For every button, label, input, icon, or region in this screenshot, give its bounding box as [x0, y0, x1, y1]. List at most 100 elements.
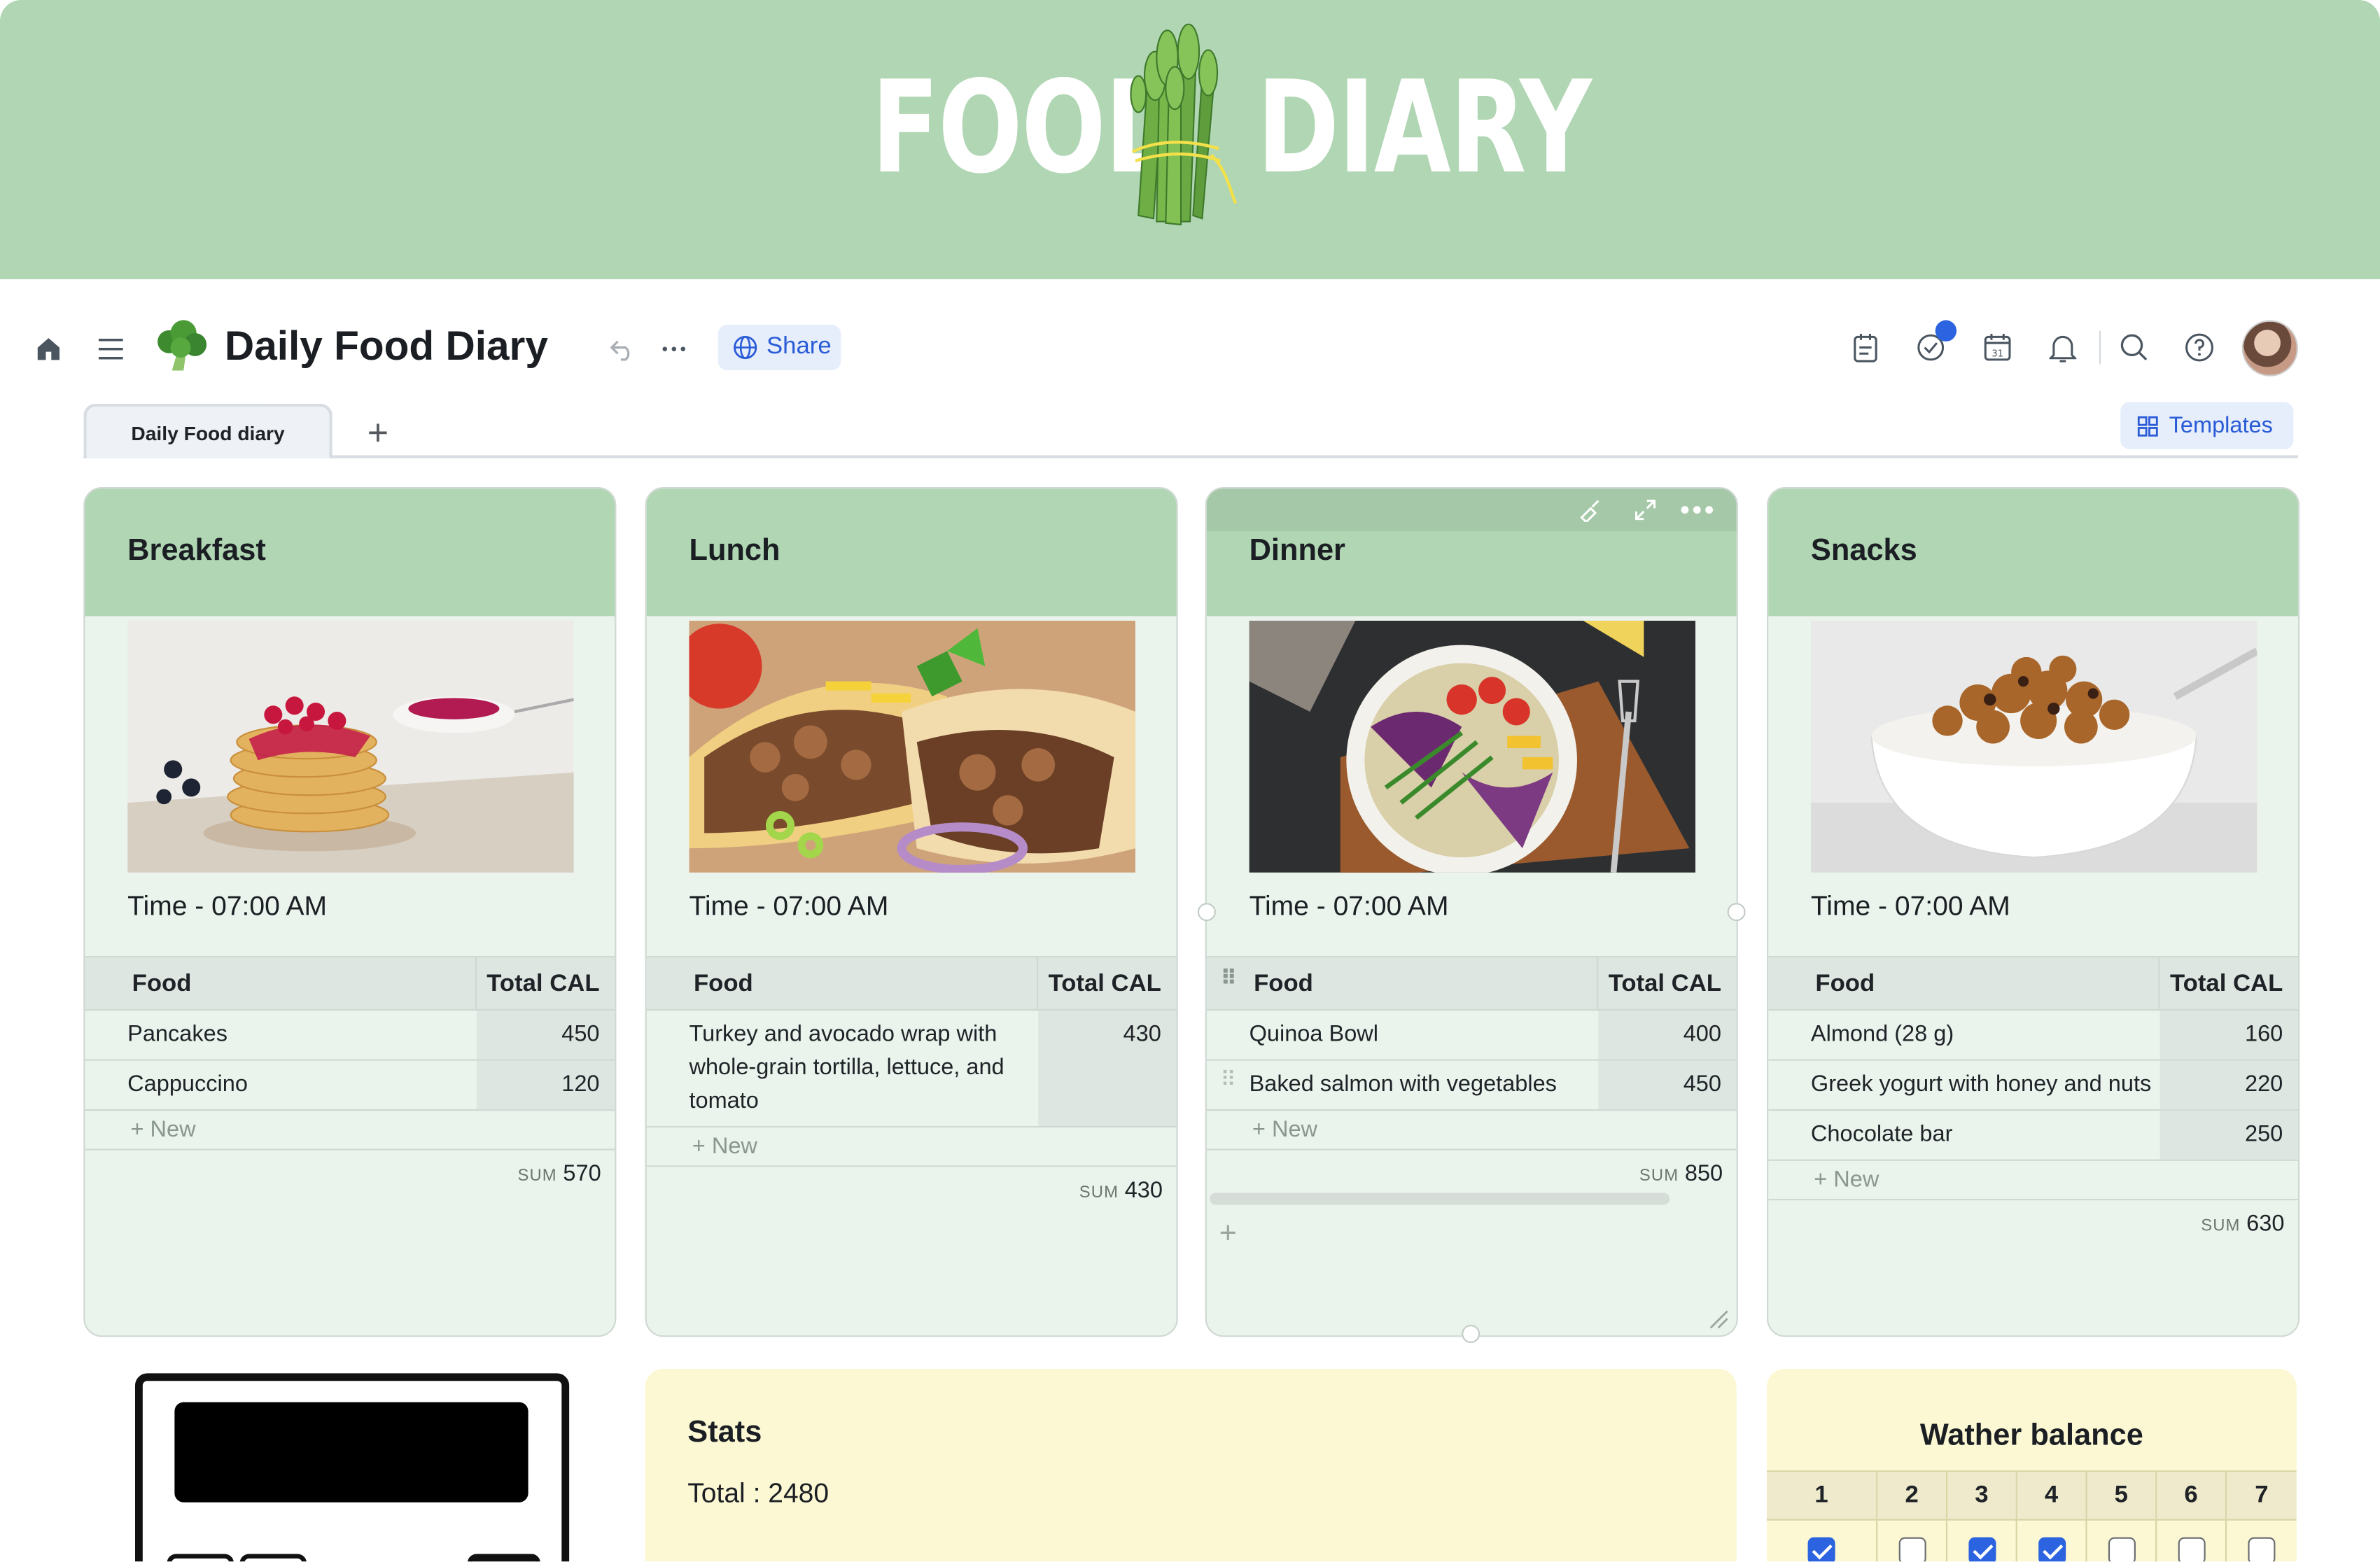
brush-icon[interactable]	[1574, 495, 1604, 525]
col-food-header: Food	[1254, 971, 1313, 997]
resize-corner-icon[interactable]	[1707, 1308, 1728, 1329]
calendar-icon[interactable]: 31	[1980, 330, 2016, 366]
cal-cell[interactable]: 120	[476, 1060, 615, 1110]
calculator-key	[167, 1554, 234, 1562]
new-row-button[interactable]: + New	[1768, 1161, 2298, 1201]
cal-cell[interactable]: 450	[476, 1011, 615, 1060]
day-number: 6	[2157, 1472, 2225, 1521]
templates-label: Templates	[2169, 412, 2273, 439]
water-day-column: 7	[2227, 1472, 2297, 1562]
add-tab-plus-icon[interactable]: +	[368, 413, 388, 456]
new-row-label: New	[1833, 1167, 1879, 1193]
undo-icon[interactable]	[604, 331, 640, 367]
search-icon[interactable]	[2116, 330, 2152, 366]
day-checkbox[interactable]	[1898, 1537, 1926, 1562]
new-row-button[interactable]: + New	[646, 1127, 1177, 1167]
resize-handle-bottom[interactable]	[1462, 1325, 1480, 1344]
pancakes-photo	[127, 620, 574, 873]
share-label: Share	[766, 334, 832, 360]
more-icon[interactable]	[1677, 495, 1716, 525]
help-icon[interactable]	[2181, 330, 2218, 366]
cal-cell[interactable]: 430	[1038, 1011, 1177, 1126]
tab-daily-food-diary[interactable]: Daily Food diary	[83, 403, 332, 458]
water-balance-note[interactable]: Wather balance 1 2 3 4 5 6 7	[1767, 1368, 2297, 1562]
sum-value: 630	[2246, 1211, 2285, 1237]
cal-cell[interactable]: 450	[1598, 1060, 1737, 1110]
meal-card-dinner[interactable]: Dinner Time - 07:00 AM ⠿ Food Total CAL	[1205, 487, 1738, 1337]
cal-cell[interactable]: 220	[2160, 1060, 2298, 1110]
water-day-column: 2	[1877, 1472, 1948, 1562]
table-row[interactable]: Pancakes 450	[85, 1011, 615, 1061]
svg-text:31: 31	[1991, 349, 2003, 360]
table-row[interactable]: Greek yogurt with honey and nuts 220	[1768, 1060, 2298, 1111]
col-food-header: Food	[693, 971, 753, 997]
new-row-button[interactable]: + New	[1206, 1111, 1737, 1151]
day-checkbox[interactable]	[2177, 1537, 2205, 1562]
day-checkbox[interactable]	[2107, 1537, 2135, 1562]
table-row[interactable]: Chocolate bar 250	[1768, 1111, 2298, 1161]
cal-cell[interactable]: 250	[2160, 1111, 2298, 1160]
checklist-icon[interactable]	[1847, 330, 1884, 366]
table-row[interactable]: Cappuccino 120	[85, 1060, 615, 1111]
table-row[interactable]: ⠿ Baked salmon with vegetables 450	[1206, 1060, 1737, 1111]
calculator-illustration	[134, 1373, 570, 1562]
meal-card-snacks[interactable]: Snacks Time - 07:00 AM Food Total CAL Al…	[1767, 487, 2300, 1337]
expand-icon[interactable]	[1630, 495, 1660, 525]
drag-handle-icon[interactable]: ⠿	[1220, 1069, 1236, 1090]
share-button[interactable]: Share	[718, 325, 841, 371]
table-row[interactable]: Turkey and avocado wrap with whole-grain…	[646, 1011, 1177, 1128]
meal-time: Time - 07:00 AM	[1249, 890, 1449, 922]
food-table: Food Total CAL Pancakes 450 Cappuccino 1…	[85, 956, 615, 1199]
sum-label: SUM	[1079, 1183, 1119, 1202]
sum-label: SUM	[517, 1167, 557, 1185]
stats-title: Stats	[687, 1416, 762, 1449]
water-balance-title: Wather balance	[1919, 1419, 2143, 1453]
col-food-header: Food	[1815, 971, 1875, 997]
water-balance-grid: 1 2 3 4 5 6 7	[1767, 1470, 2297, 1562]
col-cal-header: Total CAL	[2170, 971, 2283, 997]
day-checkbox[interactable]	[2038, 1537, 2066, 1562]
meal-time: Time - 07:00 AM	[1810, 890, 2010, 922]
sum-label: SUM	[2201, 1217, 2241, 1236]
cover-banner: FOOD DIARY	[0, 0, 2380, 279]
sum-value: 570	[563, 1160, 601, 1187]
drag-handle-icon[interactable]: ⠿	[1220, 966, 1237, 987]
day-checkbox[interactable]	[2248, 1537, 2276, 1562]
day-checkbox[interactable]	[1807, 1537, 1835, 1562]
food-table: Food Total CAL Turkey and avocado wrap w…	[646, 956, 1177, 1216]
meal-card-lunch[interactable]: Lunch Time - 07:00 AM Food Total CAL Tur…	[645, 487, 1178, 1337]
bell-icon[interactable]	[2045, 330, 2081, 366]
cal-cell[interactable]: 400	[1598, 1011, 1737, 1060]
user-avatar[interactable]	[2241, 320, 2298, 377]
water-day-column: 1	[1767, 1472, 1878, 1562]
wrap-photo	[689, 620, 1135, 873]
cal-cell[interactable]: 160	[2160, 1011, 2298, 1060]
col-cal-header: Total CAL	[1608, 971, 1721, 997]
home-icon[interactable]	[30, 331, 66, 367]
sum-label: SUM	[1639, 1167, 1679, 1185]
table-header: ⠿ Food Total CAL	[1206, 956, 1737, 1011]
calculator-key	[467, 1554, 540, 1562]
toolbar-divider	[2099, 330, 2101, 365]
resize-handle-left[interactable]	[1197, 903, 1216, 922]
page-title: Daily Food Diary	[224, 323, 548, 369]
sum-row: SUM 850	[1207, 1151, 1737, 1199]
food-table: ⠿ Food Total CAL Quinoa Bowl 400 ⠿ Baked…	[1206, 956, 1737, 1199]
table-row[interactable]: Quinoa Bowl 400	[1206, 1011, 1737, 1061]
stats-note[interactable]: Stats Total : 2480	[645, 1368, 1737, 1562]
more-icon[interactable]	[656, 331, 692, 367]
day-number: 3	[1947, 1472, 2016, 1521]
new-row-label: New	[711, 1133, 757, 1160]
water-day-column: 6	[2157, 1472, 2227, 1562]
day-checkbox[interactable]	[1968, 1537, 1996, 1562]
horizontal-scrollbar[interactable]	[1210, 1192, 1670, 1205]
add-block-plus-icon[interactable]: +	[1213, 1216, 1243, 1251]
resize-handle-right[interactable]	[1727, 903, 1746, 922]
meal-card-breakfast[interactable]: Breakfast Time - 07:00 AM Food Total CAL	[83, 487, 617, 1337]
card-title: Breakfast	[127, 534, 266, 568]
table-row[interactable]: Almond (28 g) 160	[1768, 1011, 2298, 1061]
food-table: Food Total CAL Almond (28 g) 160 Greek y…	[1768, 956, 2298, 1249]
templates-button[interactable]: Templates	[2120, 402, 2294, 449]
menu-icon[interactable]	[92, 331, 129, 367]
new-row-button[interactable]: + New	[85, 1111, 615, 1151]
